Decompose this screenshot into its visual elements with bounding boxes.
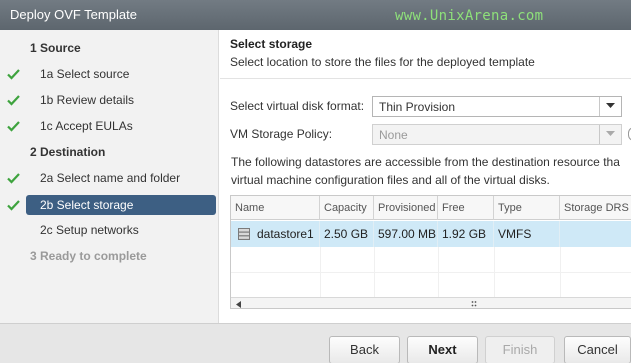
column-header-capacity[interactable]: Capacity xyxy=(320,196,374,220)
step-accept-eulas[interactable]: 1c Accept EULAs xyxy=(0,116,219,136)
check-icon xyxy=(7,173,20,184)
dropdown-button[interactable] xyxy=(599,97,621,116)
storage-policy-select[interactable]: None xyxy=(372,124,622,145)
cell-provisioned: 597.00 MB xyxy=(374,221,438,247)
dropdown-button[interactable] xyxy=(599,125,621,144)
storage-policy-value: None xyxy=(379,128,408,142)
cell-type: VMFS xyxy=(494,221,560,247)
horizontal-scrollbar[interactable] xyxy=(231,297,631,308)
step-label: 1b Review details xyxy=(40,93,135,107)
column-divider xyxy=(438,247,439,297)
step-setup-networks[interactable]: 2c Setup networks xyxy=(0,220,219,240)
step-review-details[interactable]: 1b Review details xyxy=(0,90,219,110)
page-title: Select storage xyxy=(230,37,313,51)
step-ready-to-complete: 3 Ready to complete xyxy=(0,246,219,266)
next-button[interactable]: Next xyxy=(407,336,478,363)
check-icon xyxy=(7,95,20,106)
watermark-text: www.UnixArena.com xyxy=(395,8,544,24)
chevron-down-icon xyxy=(606,103,615,108)
step-label: 1a Select source xyxy=(40,67,130,81)
column-divider xyxy=(560,247,561,297)
wizard-footer: Back Next Finish Cancel xyxy=(0,323,631,363)
step-select-name-folder[interactable]: 2a Select name and folder xyxy=(0,168,219,188)
column-header-type[interactable]: Type xyxy=(494,196,560,220)
chevron-down-icon xyxy=(606,131,615,136)
step-destination: 2 Destination xyxy=(0,142,219,162)
window-title: Deploy OVF Template xyxy=(10,7,137,22)
cell-free: 1.92 GB xyxy=(438,221,494,247)
step-label: 3 Ready to complete xyxy=(30,249,147,263)
table-row[interactable]: datastore1 2.50 GB 597.00 MB 1.92 GB VMF… xyxy=(231,221,631,247)
step-label: 2b Select storage xyxy=(40,198,134,212)
column-header-provisioned[interactable]: Provisioned xyxy=(374,196,438,220)
page-subtitle: Select location to store the files for t… xyxy=(230,55,535,69)
storage-policy-label: VM Storage Policy: xyxy=(230,127,333,141)
disk-format-label: Select virtual disk format: xyxy=(230,99,365,113)
column-header-storage-drs[interactable]: Storage DRS xyxy=(560,196,631,220)
step-select-source[interactable]: 1a Select source xyxy=(0,64,219,84)
finish-button[interactable]: Finish xyxy=(485,336,555,363)
step-select-storage[interactable]: 2b Select storage xyxy=(7,195,216,215)
datastore-table: Name Capacity Provisioned Free Type Stor… xyxy=(230,195,631,309)
cell-name: datastore1 xyxy=(231,221,320,247)
table-header: Name Capacity Provisioned Free Type Stor… xyxy=(231,196,631,220)
column-header-name[interactable]: Name xyxy=(231,196,320,220)
disk-format-value: Thin Provision xyxy=(379,100,456,114)
step-label: 2a Select name and folder xyxy=(40,171,181,185)
datastore-description-line1: The following datastores are accessible … xyxy=(231,155,620,169)
main-panel: Select storage Select location to store … xyxy=(220,30,631,323)
check-icon xyxy=(7,121,20,132)
row-divider xyxy=(231,272,631,273)
column-divider xyxy=(494,247,495,297)
step-label: 2 Destination xyxy=(30,145,106,159)
cancel-button[interactable]: Cancel xyxy=(564,336,631,363)
column-header-free[interactable]: Free xyxy=(438,196,494,220)
check-icon xyxy=(7,69,20,80)
cell-capacity: 2.50 GB xyxy=(320,221,374,247)
datastore-icon xyxy=(238,228,250,240)
wizard-steps-sidebar: 1 Source 1a Select source 1b Review deta… xyxy=(0,30,219,323)
column-divider xyxy=(320,247,321,297)
disk-format-select[interactable]: Thin Provision xyxy=(372,96,622,117)
column-divider xyxy=(374,247,375,297)
step-label: 1 Source xyxy=(30,41,81,55)
datastore-description-line2: virtual machine configuration files and … xyxy=(231,173,550,187)
step-source: 1 Source xyxy=(0,38,219,58)
title-bar: Deploy OVF Template www.UnixArena.com xyxy=(0,0,631,30)
back-button[interactable]: Back xyxy=(329,336,400,363)
cell-storage-drs xyxy=(560,221,631,247)
step-label: 1c Accept EULAs xyxy=(40,119,133,133)
resize-grip-icon[interactable] xyxy=(471,300,479,308)
header-divider xyxy=(220,78,631,79)
step-label: 2c Setup networks xyxy=(40,223,139,237)
check-icon xyxy=(7,200,20,211)
datastore-name: datastore1 xyxy=(257,227,314,241)
arrow-left-icon[interactable] xyxy=(236,301,241,308)
